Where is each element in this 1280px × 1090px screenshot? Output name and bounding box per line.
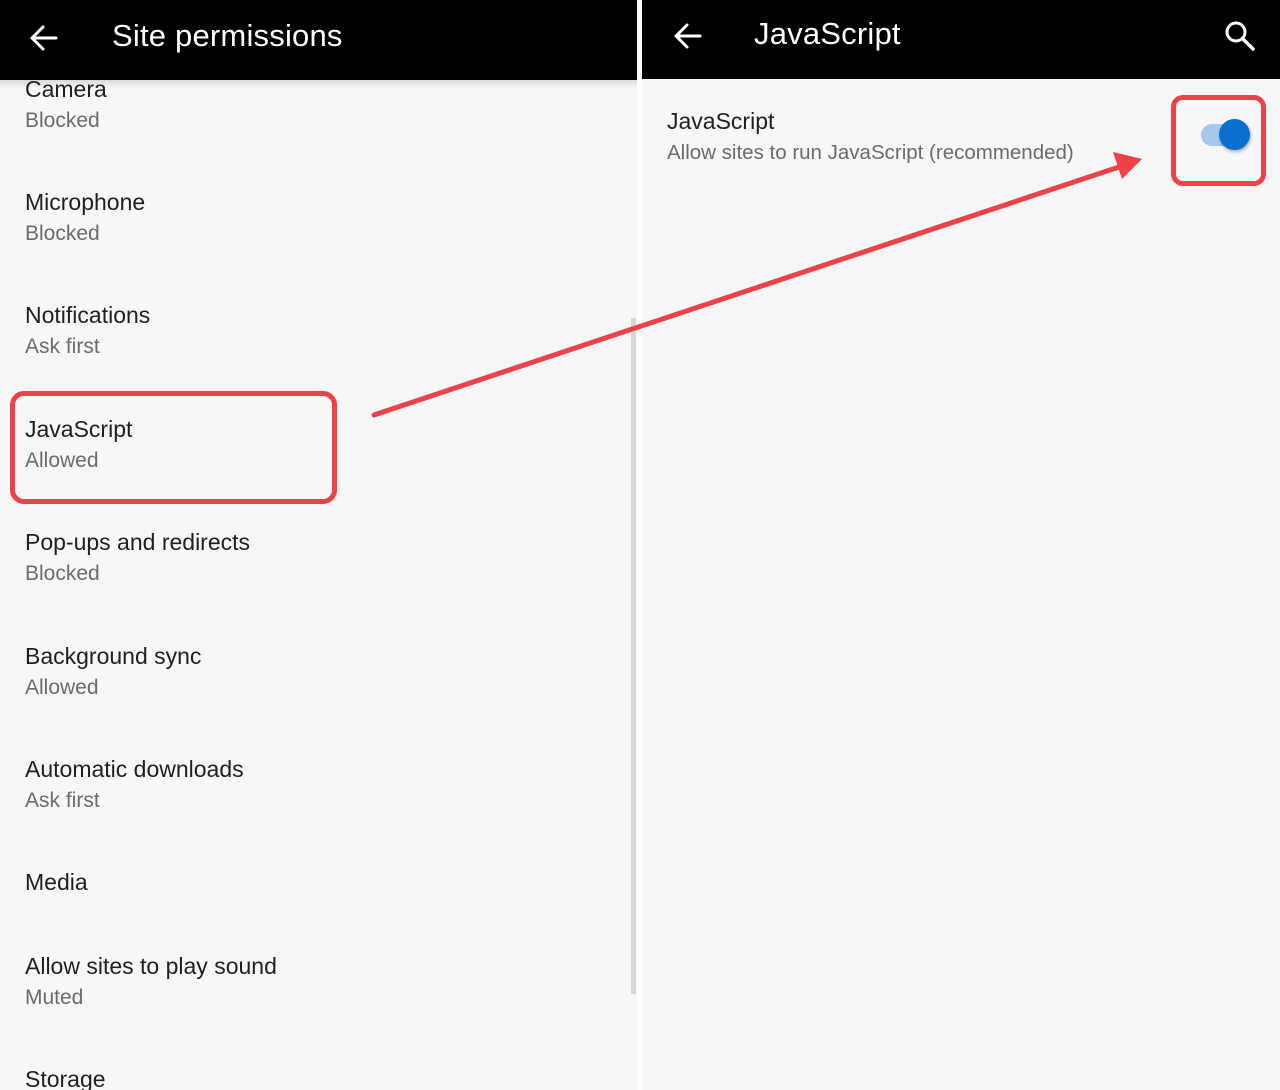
- item-value: Muted: [25, 986, 84, 1009]
- permission-item-sound[interactable]: Allow sites to play sound Muted: [25, 952, 277, 1012]
- javascript-screen: JavaScript JavaScript Allow sites to run…: [642, 0, 1280, 1090]
- item-label: JavaScript: [25, 416, 133, 442]
- item-label: Allow sites to play sound: [25, 953, 277, 979]
- arrow-back-icon: [674, 23, 702, 49]
- app-bar-shadow: [0, 80, 637, 88]
- app-bar: JavaScript: [642, 0, 1280, 79]
- setting-description: Allow sites to run JavaScript (recommend…: [667, 141, 1074, 164]
- item-value: Blocked: [25, 562, 100, 585]
- back-button[interactable]: [672, 18, 704, 54]
- item-value: Blocked: [25, 222, 100, 245]
- item-label: Automatic downloads: [25, 756, 244, 782]
- permission-item-storage[interactable]: Storage: [25, 1065, 106, 1090]
- item-value: Blocked: [25, 109, 100, 132]
- page-title: Site permissions: [112, 18, 343, 53]
- scrollbar[interactable]: [631, 318, 636, 994]
- item-value: Ask first: [25, 335, 100, 358]
- permission-item-javascript[interactable]: JavaScript Allowed: [25, 415, 132, 475]
- search-button[interactable]: [1222, 18, 1258, 54]
- back-button[interactable]: [28, 20, 60, 56]
- permission-item-media[interactable]: Media: [25, 868, 88, 896]
- setting-label: JavaScript: [667, 108, 775, 134]
- item-value: Allowed: [25, 676, 99, 699]
- permission-item-notifications[interactable]: Notifications Ask first: [25, 301, 150, 361]
- item-label: Microphone: [25, 189, 146, 215]
- permission-item-microphone[interactable]: Microphone Blocked: [25, 188, 145, 248]
- javascript-toggle[interactable]: [1200, 118, 1250, 154]
- toggle-thumb: [1219, 119, 1250, 150]
- item-label: Media: [25, 869, 88, 895]
- arrow-back-icon: [30, 25, 58, 51]
- item-label: Pop-ups and redirects: [25, 529, 251, 555]
- permission-item-popups[interactable]: Pop-ups and redirects Blocked: [25, 528, 250, 588]
- javascript-setting-row[interactable]: JavaScript Allow sites to run JavaScript…: [667, 107, 1074, 167]
- item-label: Background sync: [25, 643, 202, 669]
- item-value: Ask first: [25, 789, 100, 812]
- search-icon: [1225, 21, 1255, 51]
- page-title: JavaScript: [754, 16, 901, 51]
- item-value: Allowed: [25, 449, 99, 472]
- app-bar: Site permissions: [0, 0, 637, 80]
- permission-item-background-sync[interactable]: Background sync Allowed: [25, 642, 201, 702]
- permission-item-automatic-downloads[interactable]: Automatic downloads Ask first: [25, 755, 244, 815]
- item-label: Notifications: [25, 302, 151, 328]
- item-label: Storage: [25, 1066, 106, 1090]
- site-permissions-screen: Camera Blocked Microphone Blocked Notifi…: [0, 0, 637, 1090]
